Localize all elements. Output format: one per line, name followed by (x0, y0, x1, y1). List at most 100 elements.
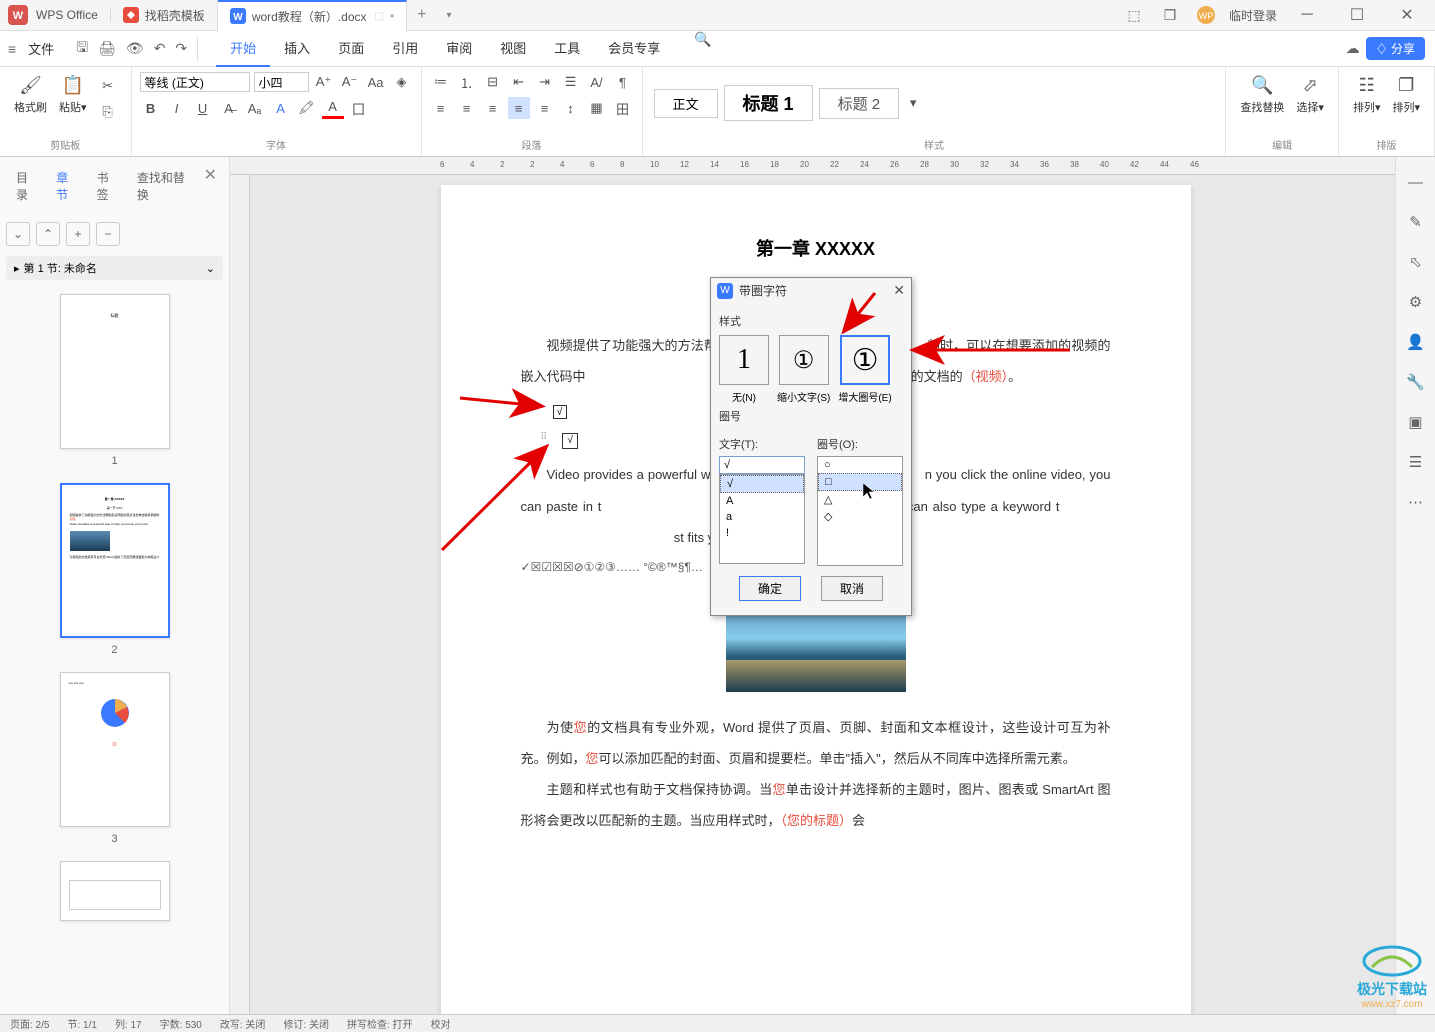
text-effects-icon[interactable]: A (270, 97, 292, 119)
italic-icon[interactable]: I (166, 97, 188, 119)
numbering-icon[interactable]: ⒈ (456, 71, 478, 93)
change-case-icon[interactable]: Aa (365, 71, 387, 93)
pen-icon[interactable]: ✎ (1405, 211, 1427, 233)
preview-icon[interactable]: 👁 (126, 40, 144, 57)
sort-ltr-icon[interactable]: A/ (586, 71, 608, 93)
format-painter-button[interactable]: 🖌 格式刷 (8, 71, 53, 135)
strikethrough-icon[interactable]: A̶ (218, 97, 240, 119)
print-icon[interactable]: 🖨 (98, 40, 116, 57)
cut-icon[interactable]: ✂ (97, 75, 119, 97)
add-section-icon[interactable]: + (66, 222, 90, 246)
distribute-icon[interactable]: ≡ (534, 97, 556, 119)
dialog-close-icon[interactable]: ✕ (893, 282, 905, 299)
pointer-icon[interactable]: ⬁ (1405, 251, 1427, 273)
ok-button[interactable]: 确定 (739, 576, 801, 601)
style-enlarge[interactable]: ① 增大圈号(E) (838, 335, 891, 404)
menu-file[interactable]: 文件 (24, 39, 58, 58)
list-item[interactable]: ◇ (818, 508, 902, 525)
tools-icon[interactable]: 🔧 (1405, 371, 1427, 393)
spell-status[interactable]: 拼写检查: 打开 (347, 1016, 413, 1031)
sidebar-tab-find[interactable]: 查找和替换 (127, 165, 198, 207)
tab-document[interactable]: W word教程（新）.docx ⬚ • (218, 0, 407, 31)
page-status[interactable]: 页面: 2/5 (10, 1016, 49, 1031)
shrink-font-icon[interactable]: A⁻ (339, 71, 361, 93)
layout-button[interactable]: ❐ 排列▾ (1386, 71, 1426, 135)
tab-templates[interactable]: 找稻壳模板 (111, 0, 218, 31)
shading-icon[interactable]: ▦ (586, 97, 608, 119)
sidebar-tab-sections[interactable]: 章节 (46, 165, 86, 207)
style-heading1[interactable]: 标题 1 (724, 85, 813, 121)
style-normal[interactable]: 正文 (654, 89, 718, 118)
enclose-list[interactable]: ○ □ △ ◇ (817, 456, 903, 566)
thumb-4[interactable] (10, 861, 219, 921)
thumb-3[interactable]: xxx xxx xxx ⊙ 3 (10, 672, 219, 845)
plugins-icon[interactable]: ▣ (1405, 411, 1427, 433)
list-item[interactable]: √ (720, 475, 804, 493)
ruler-vertical[interactable] (230, 175, 250, 1014)
superscript-icon[interactable]: Aₐ (244, 97, 266, 119)
clear-format-icon[interactable]: ◈ (391, 71, 413, 93)
more-icon[interactable]: ⋯ (1405, 491, 1427, 513)
save-icon[interactable]: 🖫 (76, 37, 88, 61)
cancel-button[interactable]: 取消 (821, 576, 883, 601)
revision-status[interactable]: 修订: 关闭 (283, 1016, 329, 1031)
bullets-icon[interactable]: ≔ (430, 71, 452, 93)
list-icon[interactable]: ☰ (1405, 451, 1427, 473)
menu-tab-page[interactable]: 页面 (324, 31, 378, 67)
cloud-icon[interactable]: ☁ (1346, 40, 1360, 57)
thumb-page[interactable]: xxx xxx xxx ⊙ (60, 672, 170, 827)
style-shrink[interactable]: ① 缩小文字(S) (777, 335, 830, 404)
expand-icon[interactable]: ⌃ (36, 222, 60, 246)
section-select[interactable]: ▸ 第 1 节: 未命名 ⌄ (6, 256, 223, 280)
thumb-page[interactable] (60, 861, 170, 921)
menu-tab-view[interactable]: 视图 (486, 31, 540, 67)
list-item[interactable]: ○ (818, 457, 902, 473)
overwrite-status[interactable]: 改写: 关闭 (220, 1016, 266, 1031)
menu-tab-tools[interactable]: 工具 (540, 31, 594, 67)
proof-status[interactable]: 校对 (431, 1016, 451, 1031)
justify-icon[interactable]: ≡ (508, 97, 530, 119)
thumb-page[interactable]: 标题 (60, 294, 170, 449)
minimize-button[interactable]: ─ (1287, 0, 1327, 31)
col-status[interactable]: 列: 17 (115, 1016, 142, 1031)
list-item[interactable]: A (720, 493, 804, 509)
section-status[interactable]: 节: 1/1 (67, 1016, 96, 1031)
char-status[interactable]: 字数: 530 (160, 1016, 202, 1031)
select-button[interactable]: ⬀ 选择▾ (1290, 71, 1330, 135)
thumb-1[interactable]: 标题 1 (10, 294, 219, 467)
menu-hamburger-icon[interactable]: ≡ (8, 41, 16, 57)
align-right-icon[interactable]: ≡ (482, 97, 504, 119)
find-replace-button[interactable]: 🔍 查找替换 (1234, 71, 1290, 135)
thumb-2[interactable]: 第一章 XXXXX 第一节 XXX 视频提供了功能强大的方法帮助您证明您的观点当… (10, 483, 219, 656)
redo-icon[interactable]: ↷ (175, 40, 187, 57)
line-spacing-icon[interactable]: ↕ (560, 97, 582, 119)
minus-icon[interactable]: — (1405, 171, 1427, 193)
align-center-icon[interactable]: ≡ (456, 97, 478, 119)
indent-left-icon[interactable]: ⇤ (508, 71, 530, 93)
text-input[interactable] (719, 456, 805, 474)
search-icon[interactable]: 🔍 (694, 31, 711, 67)
share-button[interactable]: ♢ 分享 (1366, 37, 1425, 60)
align-left-icon[interactable]: ≡ (430, 97, 452, 119)
paste-button[interactable]: 📋 粘贴▾ (53, 71, 93, 135)
multilevel-icon[interactable]: ⊟ (482, 71, 504, 93)
char-scale-icon[interactable]: ☰ (560, 71, 582, 93)
avatar-icon[interactable]: WP (1193, 2, 1219, 28)
maximize-button[interactable]: ☐ (1337, 0, 1377, 31)
list-item[interactable]: a (720, 509, 804, 525)
borders-icon[interactable]: 田 (612, 97, 634, 119)
show-marks-icon[interactable]: ¶ (612, 71, 634, 93)
font-color-icon[interactable]: A (322, 97, 344, 119)
copy-icon[interactable]: ⎘ (97, 101, 119, 123)
font-family-select[interactable] (140, 72, 250, 92)
login-text[interactable]: 临时登录 (1229, 7, 1277, 24)
settings-icon[interactable]: ⚙ (1405, 291, 1427, 313)
tab-add-button[interactable]: + (407, 6, 436, 24)
style-none[interactable]: 1 无(N) (719, 335, 769, 404)
character-border-icon[interactable]: 囗 (348, 97, 370, 119)
arrange-button[interactable]: ☷ 排列▾ (1347, 71, 1387, 135)
underline-icon[interactable]: U (192, 97, 214, 119)
menu-tab-member[interactable]: 会员专享 (594, 31, 674, 67)
styles-more-icon[interactable]: ▾ (902, 92, 924, 114)
ruler-horizontal[interactable]: 6422468101214161820222426283032343638404… (230, 157, 1395, 175)
